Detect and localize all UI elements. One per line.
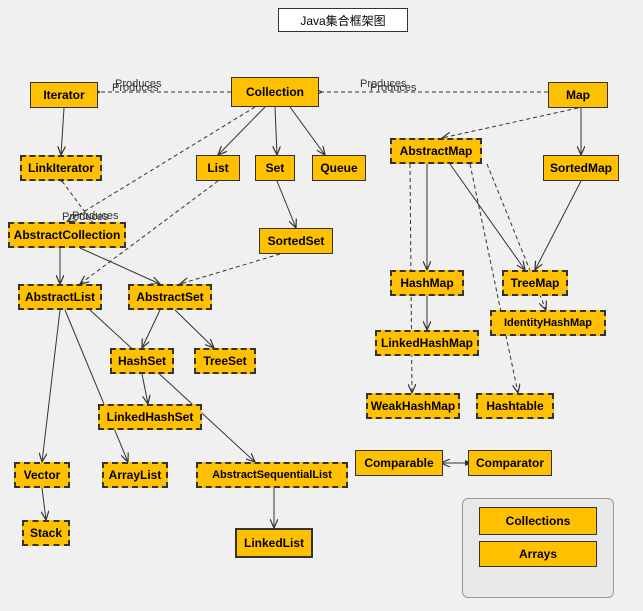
linkedhashmap-node: LinkedHashMap [375, 330, 479, 356]
sortedset-node: SortedSet [259, 228, 333, 254]
produces-label-2: Produces [370, 82, 416, 94]
abstractsequentiallist-node: AbstractSequentialList [196, 462, 348, 488]
linkedlist-node: LinkedList [235, 528, 313, 558]
title-node: Java集合框架图 [278, 8, 408, 32]
sortedmap-node: SortedMap [543, 155, 619, 181]
abstractcollection-node: AbstractCollection [8, 222, 126, 248]
treemap-node: TreeMap [502, 270, 568, 296]
queue-node: Queue [312, 155, 366, 181]
hashmap-node: HashMap [390, 270, 464, 296]
list-node: List [196, 155, 240, 181]
weakhashmap-node: WeakHashMap [366, 393, 460, 419]
treeset-node: TreeSet [194, 348, 256, 374]
legend-box: Collections Arrays [462, 498, 614, 598]
iterator-node: Iterator [30, 82, 98, 108]
identityhashmap-node: IdentityHashMap [490, 310, 606, 336]
linkedhashset-node: LinkedHashSet [98, 404, 202, 430]
vector-node: Vector [14, 462, 70, 488]
set-node: Set [255, 155, 295, 181]
produces-label-1: Produces [112, 82, 158, 94]
abstractlist-node: AbstractList [18, 284, 102, 310]
collections-node: Collections [479, 507, 597, 535]
abstractmap-node: AbstractMap [390, 138, 482, 164]
stack-node: Stack [22, 520, 70, 546]
comparable-node: Comparable [355, 450, 443, 476]
abstractset-node: AbstractSet [128, 284, 212, 310]
map-node: Map [548, 82, 608, 108]
hashtable-node: Hashtable [476, 393, 554, 419]
produces-label-3: Produces [72, 210, 118, 222]
hashset-node: HashSet [110, 348, 174, 374]
comparator-node: Comparator [468, 450, 552, 476]
arrays-node: Arrays [479, 541, 597, 567]
diagram-container: Produces Produces Produces [0, 0, 643, 611]
linkiterator-node: LinkIterator [20, 155, 102, 181]
arraylist-node: ArrayList [102, 462, 168, 488]
collection-node: Collection [231, 77, 319, 107]
